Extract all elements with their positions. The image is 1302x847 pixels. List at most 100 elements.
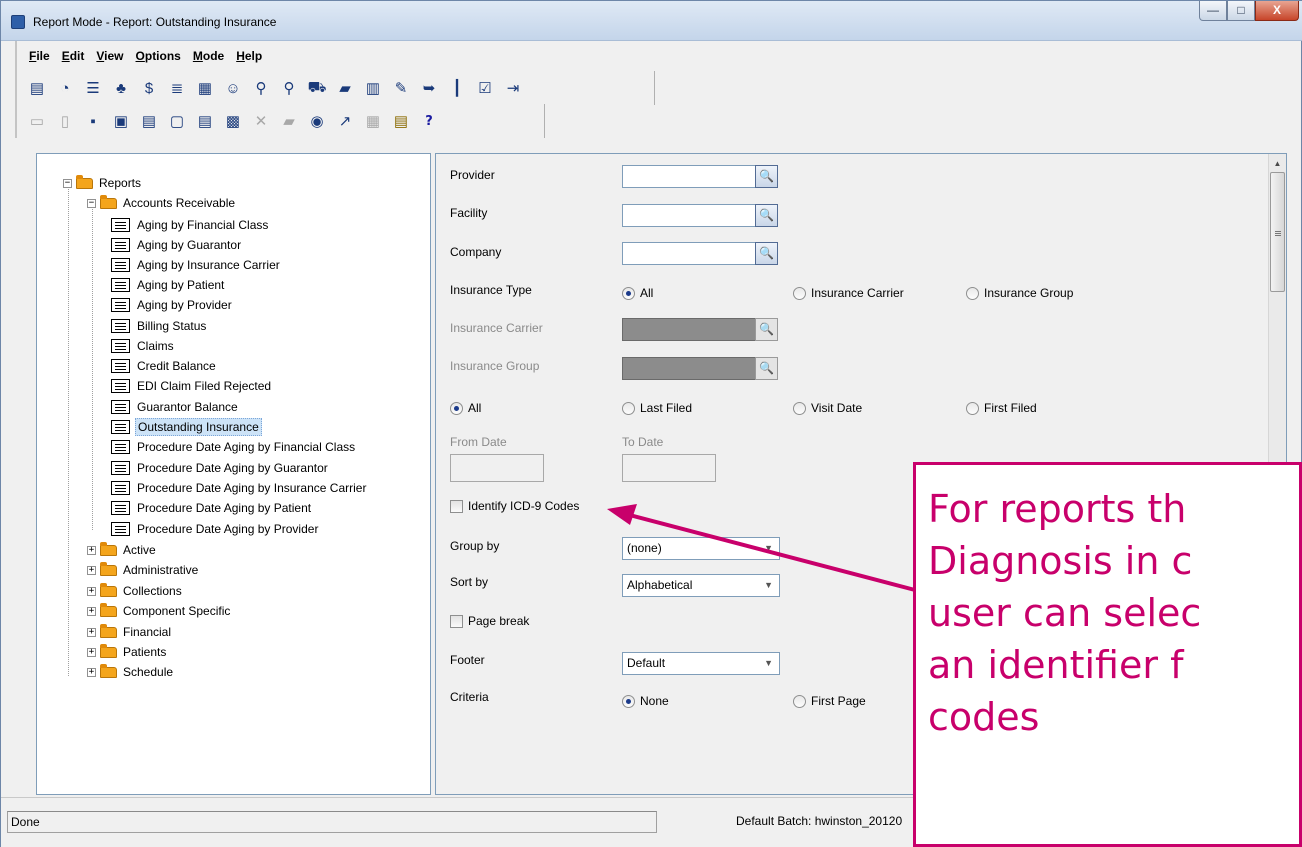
globe-icon[interactable]: ◉ [305, 109, 329, 133]
save-icon[interactable]: ▪ [81, 109, 105, 133]
save-as-icon[interactable]: ▣ [109, 109, 133, 133]
refresh-icon[interactable]: ▰ [277, 109, 301, 133]
checklist-icon[interactable]: ☑ [473, 76, 497, 100]
ledger-icon[interactable]: ≣ [165, 76, 189, 100]
search-user-icon[interactable]: ⚲ [249, 76, 273, 100]
menu-file[interactable]: File [29, 49, 50, 63]
collapse-icon[interactable]: − [63, 178, 72, 188]
tree-item-report[interactable]: EDI Claim Filed Rejected [111, 376, 273, 396]
ins-type-all-radio[interactable]: All [622, 286, 653, 300]
report-list-icon[interactable]: ▤ [25, 76, 49, 100]
tree-node-group[interactable]: + Component Specific [87, 601, 232, 621]
tree-item-report[interactable]: Procedure Date Aging by Patient [111, 498, 313, 518]
org-chart-icon[interactable]: ♣ [109, 76, 133, 100]
folder-open-icon[interactable]: ▰ [333, 76, 357, 100]
menu-help[interactable]: Help [236, 49, 262, 63]
tree-item-report[interactable]: Procedure Date Aging by Guarantor [111, 458, 330, 478]
tree-item-report[interactable]: Aging by Guarantor [111, 235, 243, 255]
collapse-icon[interactable]: − [87, 198, 96, 208]
form-icon[interactable]: ▥ [361, 76, 385, 100]
tree-node-group[interactable]: + Collections [87, 581, 184, 601]
expand-icon[interactable]: + [87, 627, 96, 637]
ins-type-carrier-radio[interactable]: Insurance Carrier [793, 286, 904, 300]
criteria-none-radio[interactable]: None [622, 694, 669, 708]
calculator-icon[interactable]: ▦ [193, 76, 217, 100]
tree-node-group[interactable]: + Schedule [87, 662, 175, 682]
date-visit-date-radio[interactable]: Visit Date [793, 401, 862, 415]
list-icon[interactable]: ☰ [81, 76, 105, 100]
menu-edit[interactable]: Edit [62, 49, 85, 63]
expand-icon[interactable]: + [87, 667, 96, 677]
menu-options[interactable]: Options [136, 49, 181, 63]
print-icon[interactable]: ▤ [137, 109, 161, 133]
tree-item-report[interactable]: Billing Status [111, 316, 208, 336]
exit-door-icon[interactable]: ⇥ [501, 76, 525, 100]
open-disabled-icon[interactable]: ▭ [25, 109, 49, 133]
carrier-lookup-binoculars-icon: 🔍 [755, 318, 778, 341]
group-by-select[interactable]: (none) ▼ [622, 537, 780, 560]
facility-field[interactable] [622, 204, 756, 227]
export-icon[interactable]: ➥ [417, 76, 441, 100]
tree-item-report[interactable]: Aging by Financial Class [111, 215, 270, 235]
notes-icon[interactable]: ▤ [389, 109, 413, 133]
expand-icon[interactable]: + [87, 647, 96, 657]
date-first-filed-radio[interactable]: First Filed [966, 401, 1037, 415]
menu-view[interactable]: View [96, 49, 123, 63]
print-preview-icon[interactable]: ▢ [165, 109, 189, 133]
folder-icon [76, 174, 93, 189]
tree-item-report[interactable]: Procedure Date Aging by Financial Class [111, 437, 357, 457]
tree-item-report[interactable]: Aging by Insurance Carrier [111, 255, 282, 275]
tree-item-report[interactable]: Credit Balance [111, 356, 218, 376]
timer-icon[interactable]: ◔ [53, 76, 77, 100]
tree-item-report-selected[interactable]: Outstanding Insurance [111, 417, 262, 437]
edit-chart-icon[interactable]: ↗ [333, 109, 357, 133]
expand-icon[interactable]: + [87, 565, 96, 575]
company-field[interactable] [622, 242, 756, 265]
scroll-up-icon[interactable]: ▲ [1269, 156, 1286, 172]
tree-item-report[interactable]: Procedure Date Aging by Provider [111, 519, 320, 539]
tree-node-accounts-receivable[interactable]: − Accounts Receivable [87, 193, 237, 213]
tree-item-report[interactable]: Claims [111, 336, 176, 356]
tree-node-reports[interactable]: − Reports [63, 173, 143, 193]
expand-icon[interactable]: + [87, 586, 96, 596]
wrench-icon[interactable]: ✎ [389, 76, 413, 100]
car-icon[interactable]: ⛟ [305, 76, 329, 100]
expand-icon[interactable]: + [87, 545, 96, 555]
close-button[interactable]: X [1255, 1, 1299, 21]
scroll-thumb[interactable] [1270, 172, 1285, 292]
tree-node-group[interactable]: + Administrative [87, 560, 200, 580]
grid-icon[interactable]: ▦ [361, 109, 385, 133]
minimize-button[interactable]: — [1199, 1, 1227, 21]
menu-mode[interactable]: Mode [193, 49, 224, 63]
tree-item-report[interactable]: Guarantor Balance [111, 397, 240, 417]
footer-select[interactable]: Default ▼ [622, 652, 780, 675]
chart-icon[interactable]: ┃ [445, 76, 469, 100]
expand-icon[interactable]: + [87, 606, 96, 616]
date-all-radio[interactable]: All [450, 401, 481, 415]
sort-by-select[interactable]: Alphabetical ▼ [622, 574, 780, 597]
printer-icon[interactable]: ▤ [193, 109, 217, 133]
user-icon[interactable]: ☺ [221, 76, 245, 100]
provider-field[interactable] [622, 165, 756, 188]
tree-item-report[interactable]: Aging by Patient [111, 275, 226, 295]
date-last-filed-radio[interactable]: Last Filed [622, 401, 692, 415]
tree-node-group[interactable]: + Patients [87, 642, 168, 662]
criteria-first-page-radio[interactable]: First Page [793, 694, 866, 708]
new-doc-icon[interactable]: ▯ [53, 109, 77, 133]
provider-lookup-binoculars-icon[interactable]: 🔍 [755, 165, 778, 188]
identify-icd9-checkbox[interactable]: Identify ICD-9 Codes [450, 499, 579, 513]
ins-type-group-radio[interactable]: Insurance Group [966, 286, 1073, 300]
tree-item-report[interactable]: Aging by Provider [111, 295, 234, 315]
tree-node-group[interactable]: + Active [87, 540, 158, 560]
delete-icon[interactable]: ✕ [249, 109, 273, 133]
page-break-checkbox[interactable]: Page break [450, 614, 529, 628]
facility-lookup-binoculars-icon[interactable]: 🔍 [755, 204, 778, 227]
search-icon[interactable]: ⚲ [277, 76, 301, 100]
find-icon[interactable]: ▩ [221, 109, 245, 133]
tree-item-report[interactable]: Procedure Date Aging by Insurance Carrie… [111, 478, 368, 498]
tree-node-group[interactable]: + Financial [87, 622, 173, 642]
company-lookup-binoculars-icon[interactable]: 🔍 [755, 242, 778, 265]
help-icon[interactable]: ? [417, 109, 441, 133]
dollar-icon[interactable]: $ [137, 76, 161, 100]
maximize-button[interactable]: □ [1227, 1, 1255, 21]
